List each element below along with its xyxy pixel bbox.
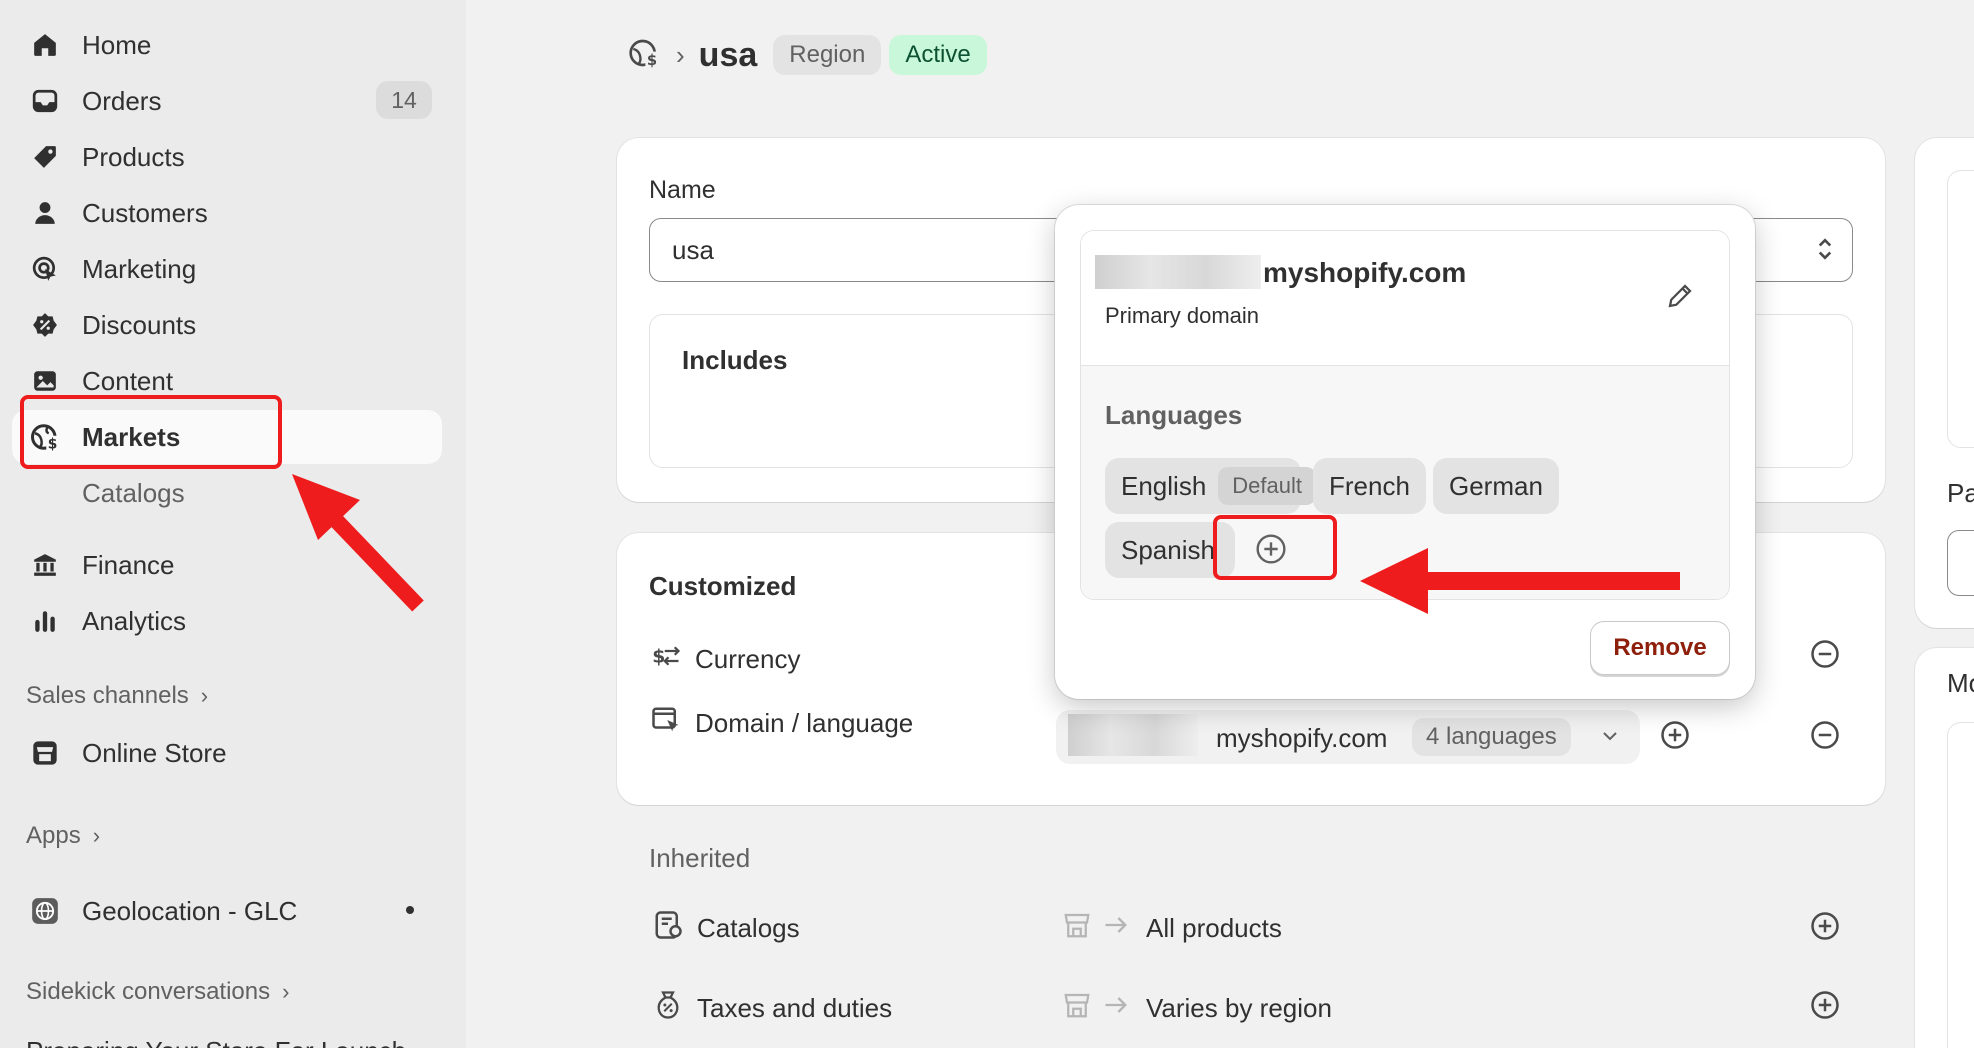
annotation-arrows [292, 474, 1680, 614]
annotation-arrow-markets [292, 474, 424, 612]
annotation-arrow-add-language [1360, 548, 1680, 614]
